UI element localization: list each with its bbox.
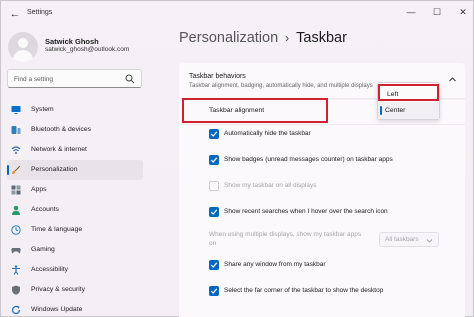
recent-searches-checkbox[interactable] [209,207,219,217]
page-title: Taskbar [296,30,347,46]
profile-name: Satwick Ghosh [45,37,99,46]
sidebar-item-label: Privacy & security [31,286,86,293]
all-displays-checkbox [209,181,219,191]
taskbar-alignment-label: Taskbar alignment [209,107,265,114]
multi-display-value: All taskbars [385,236,419,243]
search-box[interactable] [7,69,142,88]
sidebar-item-network[interactable]: Network & internet [7,140,143,160]
sidebar-item-label: Bluetooth & devices [31,126,92,133]
multi-display-select: All taskbars [379,232,439,247]
globe-clock-icon [11,225,21,235]
auto-hide-label: Automatically hide the taskbar [224,130,311,137]
option-label: Left [387,91,399,98]
bluetooth-devices-icon [11,126,21,134]
monitor-icon [11,106,21,114]
section-title: Taskbar behaviors [189,73,246,80]
row-divider [179,124,465,125]
far-corner-checkbox[interactable] [209,286,219,296]
option-label: Center [385,107,406,114]
search-icon[interactable] [125,74,135,84]
sidebar-item-label: Apps [31,186,47,193]
chevron-down-icon [426,239,433,243]
show-badges-checkbox[interactable] [209,155,219,165]
all-displays-label: Show my taskbar on all displays [224,182,317,189]
multi-display-label: When using multiple displays, show my ta… [209,231,362,247]
alignment-dropdown[interactable]: Left Center [377,82,440,120]
show-badges-label: Show badges (unread messages counter) on… [224,156,393,163]
alignment-option-center[interactable]: Center [378,102,439,119]
share-window-label: Share any window from my taskbar [224,261,326,268]
network-icon [11,146,21,154]
shield-icon [12,285,20,295]
breadcrumb: Personalization › Taskbar [179,30,347,46]
sidebar-item-apps[interactable]: Apps [7,180,143,200]
sidebar-item-system[interactable]: System [7,100,143,120]
selected-indicator [380,106,382,115]
alignment-option-left[interactable]: Left [378,84,439,101]
far-corner-label: Select the far corner of the taskbar to … [224,287,384,294]
sidebar-item-gaming[interactable]: Gaming [7,240,143,260]
recent-searches-label: Show recent searches when I hover over t… [224,208,388,215]
sidebar-item-label: Gaming [31,246,55,253]
apps-icon [11,185,21,195]
breadcrumb-separator: › [285,31,290,45]
sidebar-item-privacy-security[interactable]: Privacy & security [7,280,143,300]
maximize-button[interactable]: ☐ [429,5,445,19]
close-button[interactable]: ✕ [455,5,471,19]
selected-indicator [7,165,9,175]
brush-icon [12,165,21,174]
settings-window: ← Settings — ☐ ✕ Satwick Ghosh satwick_g… [0,0,474,317]
section-description: Taskbar alignment, badging, automaticall… [189,83,373,89]
sidebar-item-bluetooth[interactable]: Bluetooth & devices [7,120,143,140]
breadcrumb-parent[interactable]: Personalization [179,30,278,46]
sidebar-item-label: System [31,106,54,113]
sidebar-item-label: Time & language [31,226,83,233]
sidebar-item-accessibility[interactable]: Accessibility [7,260,143,280]
minimize-button[interactable]: — [403,5,419,19]
chevron-up-icon[interactable] [448,75,457,84]
gamepad-icon [11,248,21,254]
sidebar-item-label: Windows Update [31,306,83,313]
sidebar-item-personalization[interactable]: Personalization [7,160,143,180]
sidebar-item-label: Network & internet [31,146,87,153]
app-title: Settings [27,9,53,16]
sidebar-nav: System Bluetooth & devices Network & int… [7,100,143,317]
avatar[interactable] [8,32,38,62]
sidebar-item-accounts[interactable]: Accounts [7,200,143,220]
auto-hide-checkbox[interactable] [209,129,219,139]
accessibility-icon [12,265,20,275]
person-icon [12,205,20,215]
back-button[interactable]: ← [7,6,23,22]
update-icon [11,305,21,315]
search-input[interactable] [14,73,124,85]
sidebar-item-label: Accounts [31,206,59,213]
sidebar-item-label: Personalization [31,166,78,173]
share-window-checkbox[interactable] [209,260,219,270]
title-bar: ← Settings — ☐ ✕ [1,1,474,27]
profile-email: satwick_ghosh@outlook.com [45,46,130,53]
sidebar-item-time-language[interactable]: Time & language [7,220,143,240]
sidebar-item-windows-update[interactable]: Windows Update [7,300,143,317]
sidebar-item-label: Accessibility [31,266,69,273]
